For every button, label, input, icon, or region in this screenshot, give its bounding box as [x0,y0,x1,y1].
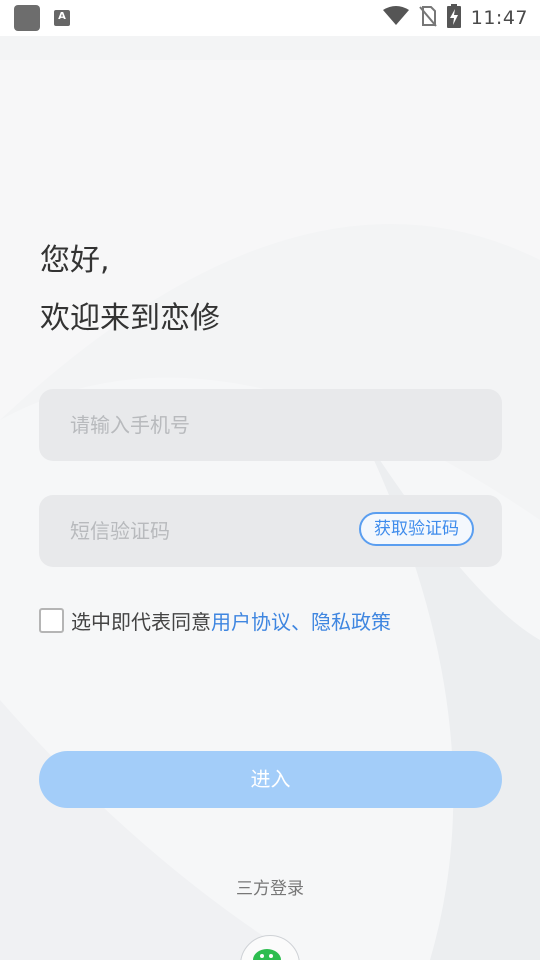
third-party-label: 三方登录 [236,879,304,899]
sms-code-input[interactable] [68,518,372,544]
agreement-row: 选中即代表同意 用户协议、隐私政策 [39,606,391,635]
app-icon [14,5,40,31]
enter-button[interactable]: 进入 [39,751,502,808]
battery-charging-icon [446,4,461,32]
status-bar: A 11:47 [0,0,540,36]
greeting-line2: 欢迎来到恋修 [40,301,220,336]
status-time: 11:47 [470,7,528,29]
phone-input[interactable] [68,412,372,438]
wechat-login-button[interactable] [240,935,300,960]
no-sim-icon [418,5,437,31]
agreement-links[interactable]: 用户协议、隐私政策 [211,606,391,635]
wechat-icon [253,949,281,960]
agreement-text: 选中即代表同意 [71,610,211,634]
phone-field[interactable] [39,389,502,461]
get-code-button[interactable]: 获取验证码 [359,512,474,546]
agreement-checkbox[interactable] [39,608,64,633]
background [0,0,540,960]
greeting: 您好, 欢迎来到恋修 [40,232,220,348]
a-letter-icon: A [54,10,70,26]
code-field[interactable]: 获取验证码 [39,495,502,567]
greeting-line1: 您好, [40,243,110,278]
wifi-icon [382,6,409,30]
